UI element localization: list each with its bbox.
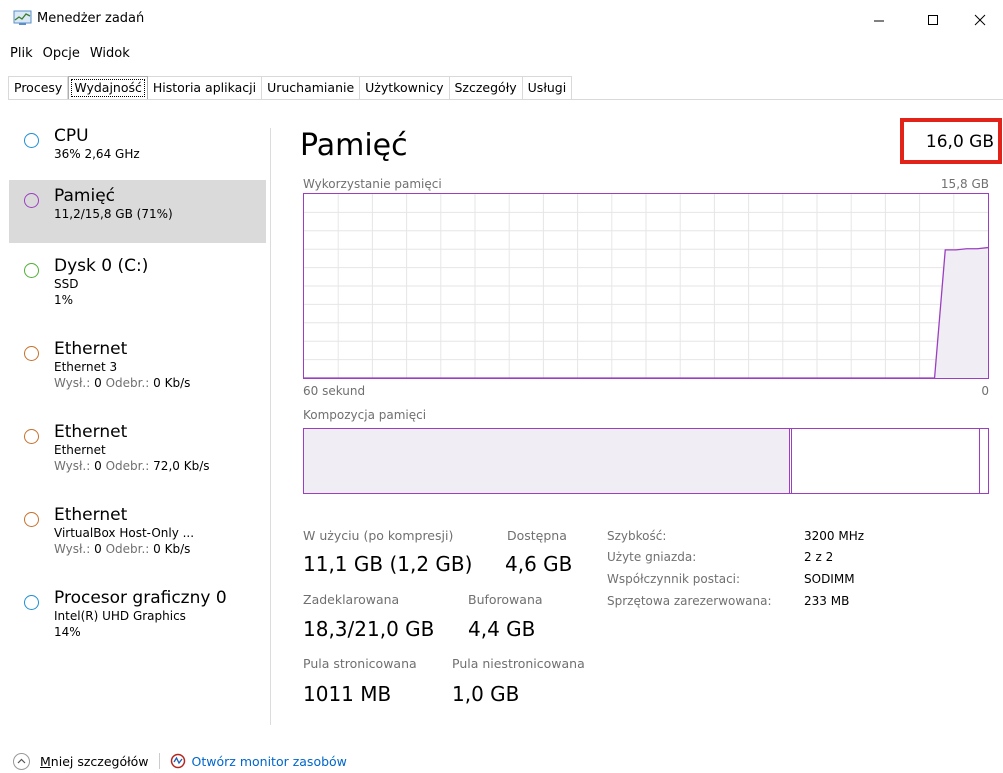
sidebar-item-disk[interactable]: Dysk 0 (C:) SSD 1%	[9, 254, 266, 318]
nonpaged-pool-value: 1,0 GB	[452, 682, 520, 706]
page-title: Pamięć	[300, 128, 408, 163]
memory-usage-chart	[304, 194, 988, 378]
usage-graph-label: Wykorzystanie pamięci	[303, 177, 442, 191]
minimize-button[interactable]	[856, 4, 902, 36]
task-manager-icon	[13, 10, 33, 26]
tab-details[interactable]: Szczegóły	[449, 76, 523, 100]
sidebar-divider	[270, 128, 271, 725]
tab-startup[interactable]: Uruchamianie	[262, 76, 361, 100]
sidebar-item-title: CPU	[54, 126, 89, 146]
resource-monitor-icon	[170, 753, 186, 769]
committed-value: 18,3/21,0 GB	[303, 617, 435, 641]
memory-usage-graph	[303, 193, 989, 379]
sidebar-item-title: Procesor graficzny 0	[54, 588, 227, 608]
committed-label: Zadeklarowana	[303, 592, 400, 607]
nonpaged-pool-label: Pula niestronicowana	[452, 656, 585, 671]
available-value: 4,6 GB	[505, 552, 573, 576]
tab-performance[interactable]: Wydajność	[68, 76, 148, 100]
ethernet-indicator-icon	[24, 346, 39, 361]
sidebar-item-detail: Ethernet 3	[54, 360, 118, 374]
menu-file[interactable]: Plik	[10, 46, 33, 66]
cached-label: Buforowana	[468, 592, 543, 607]
sidebar-item-title: Ethernet	[54, 422, 128, 442]
tab-processes[interactable]: Procesy	[8, 76, 69, 100]
tab-users[interactable]: Użytkownicy	[360, 76, 450, 100]
close-icon	[974, 14, 986, 26]
minimize-icon	[874, 20, 884, 22]
hardware-reserved-value: 233 MB	[804, 594, 850, 608]
sidebar-item-detail: SSD	[54, 277, 79, 291]
maximize-icon	[928, 15, 938, 25]
cpu-indicator-icon	[24, 133, 39, 148]
in-use-label: W użyciu (po kompresji)	[303, 528, 454, 543]
menu-bar: Plik Opcje Widok	[10, 46, 130, 66]
ethernet-indicator-icon	[24, 512, 39, 527]
sidebar-item-usage: 14%	[54, 625, 81, 639]
composition-in-use	[304, 429, 790, 493]
sidebar-item-title: Ethernet	[54, 339, 128, 359]
paged-pool-label: Pula stronicowana	[303, 656, 417, 671]
window-title: Menedżer zadań	[37, 11, 145, 26]
gpu-indicator-icon	[24, 595, 39, 610]
title-bar: Menedżer zadań	[0, 0, 1003, 40]
sidebar-item-gpu[interactable]: Procesor graficzny 0 Intel(R) UHD Graphi…	[9, 586, 266, 650]
total-memory-highlight: 16,0 GB	[900, 118, 1002, 164]
sidebar-item-title: Dysk 0 (C:)	[54, 256, 149, 276]
menu-options[interactable]: Opcje	[43, 46, 80, 66]
tab-divider	[8, 99, 1003, 100]
hardware-reserved-label: Sprzętowa zarezerwowana:	[607, 594, 772, 608]
sidebar-item-detail: VirtualBox Host-Only ...	[54, 526, 195, 540]
sidebar-item-detail: Ethernet	[54, 443, 106, 457]
disk-indicator-icon	[24, 263, 39, 278]
footer-divider	[158, 753, 160, 769]
graph-time-end: 0	[981, 384, 989, 398]
sidebar-item-detail: 36% 2,64 GHz	[54, 147, 140, 161]
sidebar-item-memory[interactable]: Pamięć 11,2/15,8 GB (71%)	[9, 180, 266, 243]
fewer-details-link[interactable]: Mniej szczegółów	[40, 754, 149, 769]
maximize-button[interactable]	[910, 4, 956, 36]
slots-label: Użyte gniazda:	[607, 550, 697, 564]
fewer-details-icon[interactable]	[13, 752, 30, 770]
slots-value: 2 z 2	[804, 550, 834, 564]
form-factor-value: SODIMM	[804, 572, 855, 586]
sidebar-item-throughput: Wysł.: 0 Odebr.: 0 Kb/s	[54, 542, 191, 556]
in-use-value: 11,1 GB (1,2 GB)	[303, 552, 473, 576]
sidebar-item-cpu[interactable]: CPU 36% 2,64 GHz	[9, 124, 266, 176]
speed-label: Szybkość:	[607, 529, 667, 543]
sidebar-item-throughput: Wysł.: 0 Odebr.: 72,0 Kb/s	[54, 459, 210, 473]
cached-value: 4,4 GB	[468, 617, 536, 641]
sidebar-item-title: Pamięć	[54, 186, 115, 206]
graph-time-start: 60 sekund	[303, 384, 366, 398]
sidebar-item-title: Ethernet	[54, 505, 128, 525]
close-button[interactable]	[957, 4, 1003, 36]
usage-graph-max: 15,8 GB	[940, 177, 989, 191]
composition-free	[980, 429, 988, 493]
tab-strip: Procesy Wydajność Historia aplikacji Uru…	[8, 76, 573, 100]
sidebar-item-detail: Intel(R) UHD Graphics	[54, 609, 186, 623]
ethernet-indicator-icon	[24, 429, 39, 444]
tab-services[interactable]: Usługi	[522, 76, 573, 100]
memory-indicator-icon	[24, 193, 39, 208]
sidebar-item-ethernet-2[interactable]: Ethernet Ethernet Wysł.: 0 Odebr.: 72,0 …	[9, 420, 266, 484]
available-label: Dostępna	[507, 528, 567, 543]
composition-label: Kompozycja pamięci	[303, 408, 427, 422]
speed-value: 3200 MHz	[804, 529, 865, 543]
sidebar-item-detail: 11,2/15,8 GB (71%)	[54, 207, 173, 221]
memory-composition-bar	[303, 428, 989, 494]
tab-app-history[interactable]: Historia aplikacji	[147, 76, 263, 100]
sidebar-item-throughput: Wysł.: 0 Odebr.: 0 Kb/s	[54, 376, 191, 390]
sidebar-item-ethernet-3[interactable]: Ethernet VirtualBox Host-Only ... Wysł.:…	[9, 503, 266, 567]
menu-view[interactable]: Widok	[90, 46, 130, 66]
form-factor-label: Współczynnik postaci:	[607, 572, 741, 586]
open-resource-monitor-link[interactable]: Otwórz monitor zasobów	[192, 754, 347, 769]
composition-standby	[792, 429, 980, 493]
total-memory: 16,0 GB	[925, 132, 994, 152]
sidebar-item-usage: 1%	[54, 293, 74, 307]
paged-pool-value: 1011 MB	[303, 682, 392, 706]
footer-bar: Mniej szczegółów Otwórz monitor zasobów	[13, 751, 347, 771]
sidebar-item-ethernet-1[interactable]: Ethernet Ethernet 3 Wysł.: 0 Odebr.: 0 K…	[9, 337, 266, 401]
